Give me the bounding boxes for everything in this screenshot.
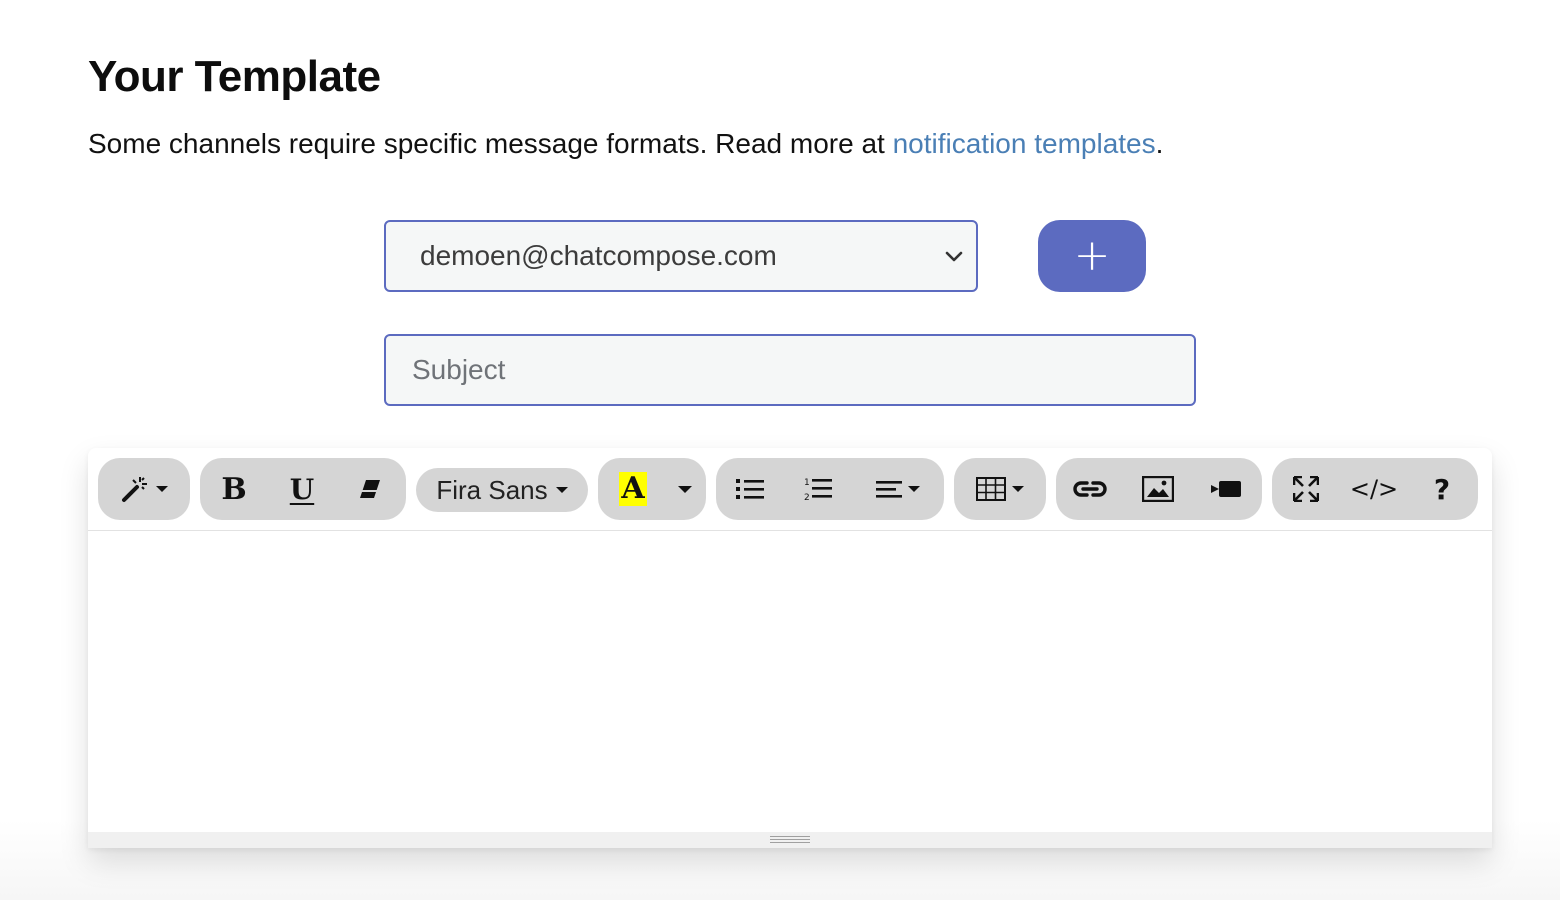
text-color-button[interactable]: A — [610, 458, 656, 520]
ordered-list-icon: 1 2 — [804, 478, 832, 502]
text-color-icon: A — [619, 471, 647, 506]
toolbar-group-font-style: B U — [200, 458, 406, 520]
color-dropdown-button[interactable] — [668, 458, 702, 520]
toolbar-group-view: </> ? — [1272, 458, 1478, 520]
notification-templates-link[interactable]: notification templates — [893, 128, 1156, 159]
unordered-list-button[interactable] — [716, 458, 784, 520]
dropdown-caret-icon — [908, 486, 920, 492]
chevron-down-icon — [945, 251, 963, 262]
svg-text:1: 1 — [804, 478, 810, 488]
page-title: Your Template — [88, 52, 381, 101]
bold-icon: B — [221, 471, 247, 507]
font-name-label: Fira Sans — [436, 474, 548, 505]
add-sender-button[interactable]: + — [1038, 220, 1146, 292]
ordered-list-button[interactable]: 1 2 — [784, 458, 852, 520]
toolbar-group-color: A — [598, 458, 706, 520]
bold-button[interactable]: B — [200, 458, 268, 520]
subject-input[interactable] — [384, 334, 1196, 406]
font-name-dropdown[interactable]: Fira Sans — [416, 468, 588, 512]
toolbar-group-table — [954, 458, 1046, 520]
underline-button[interactable]: U — [268, 458, 336, 520]
toolbar-group-paragraph: 1 2 — [716, 458, 944, 520]
align-dropdown-button[interactable] — [856, 458, 940, 520]
resize-grip-icon[interactable] — [770, 836, 810, 844]
align-icon — [876, 481, 902, 498]
table-icon — [976, 477, 1006, 501]
code-view-button[interactable]: </> — [1340, 458, 1408, 520]
page: Your Template Some channels require spec… — [0, 0, 1560, 900]
svg-text:2: 2 — [804, 493, 810, 502]
rich-text-editor: B U Fira Sans A 1 2 </> ? — [88, 448, 1492, 848]
eraser-icon — [360, 480, 380, 498]
help-button[interactable]: ? — [1408, 458, 1476, 520]
help-icon: ? — [1433, 472, 1451, 506]
description-period: . — [1155, 128, 1164, 159]
editor-content-area[interactable] — [88, 531, 1492, 831]
dropdown-caret-icon — [555, 487, 568, 493]
link-icon — [1073, 481, 1107, 497]
fullscreen-icon — [1293, 476, 1319, 502]
toolbar-group-style — [98, 458, 190, 520]
toolbar-group-insert — [1056, 458, 1262, 520]
video-icon — [1211, 481, 1241, 497]
page-description: Some channels require specific message f… — [88, 128, 1163, 160]
editor-resize-bar[interactable] — [88, 832, 1492, 848]
chevron-down-icon — [678, 485, 692, 493]
dropdown-caret-icon — [1012, 486, 1024, 492]
editor-toolbar: B U Fira Sans A 1 2 </> ? — [88, 448, 1492, 531]
unordered-list-icon — [736, 479, 764, 499]
style-dropdown-button[interactable] — [98, 458, 190, 520]
sender-select[interactable]: demoen@chatcompose.com — [384, 220, 978, 292]
magic-wand-icon — [122, 477, 147, 502]
fullscreen-button[interactable] — [1272, 458, 1340, 520]
clear-format-button[interactable] — [336, 458, 404, 520]
insert-link-button[interactable] — [1056, 458, 1124, 520]
toolbar-group-font-name: Fira Sans — [416, 468, 588, 512]
image-icon — [1142, 476, 1174, 502]
table-dropdown-button[interactable] — [954, 458, 1046, 520]
dropdown-caret-icon — [156, 486, 168, 492]
insert-video-button[interactable] — [1192, 458, 1260, 520]
code-view-icon: </> — [1349, 475, 1399, 503]
underline-icon: U — [289, 472, 315, 506]
insert-image-button[interactable] — [1124, 458, 1192, 520]
sender-select-value: demoen@chatcompose.com — [420, 240, 777, 271]
description-text: Some channels require specific message f… — [88, 128, 893, 159]
